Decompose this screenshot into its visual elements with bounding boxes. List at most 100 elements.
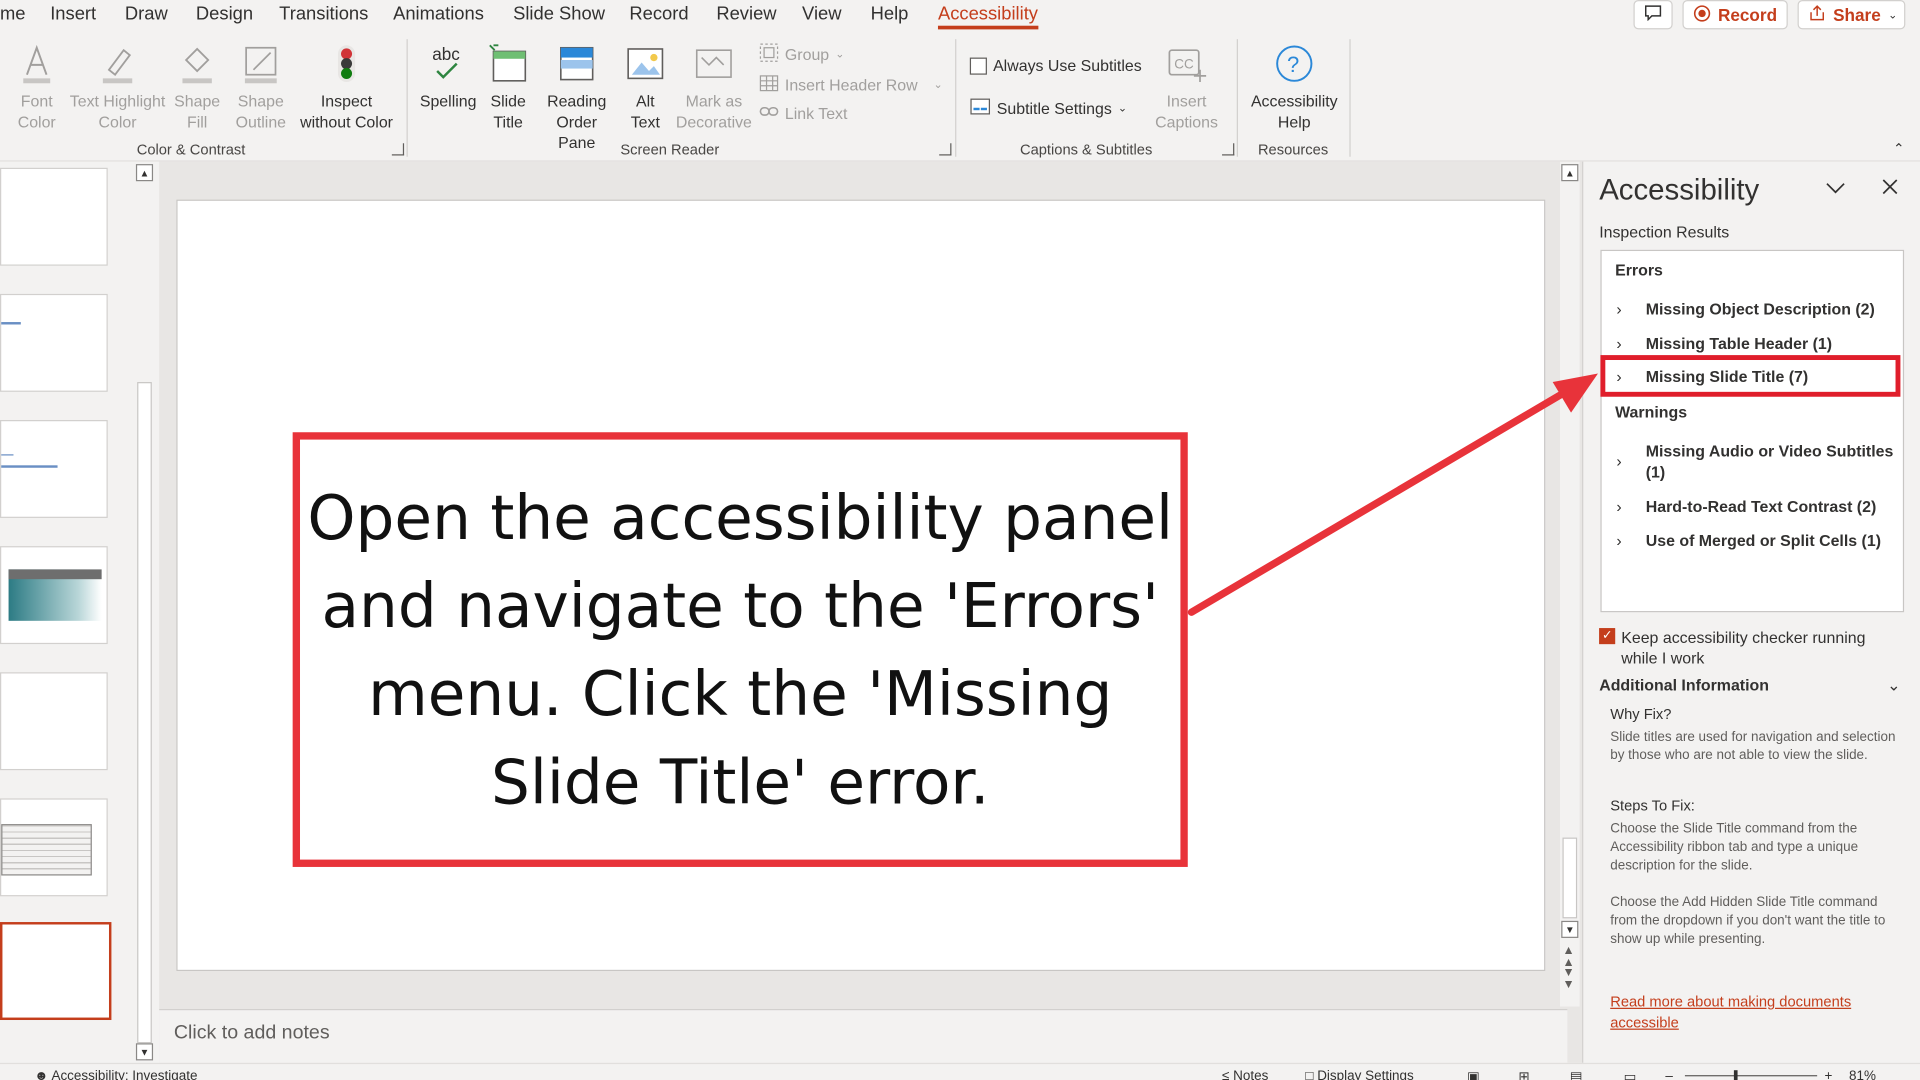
normal-view-icon[interactable]: ▣ [1467, 1069, 1480, 1080]
scrollbar-thumb[interactable] [137, 382, 152, 1044]
error-missing-object-description[interactable]: › Missing Object Description (2) [1602, 299, 1903, 320]
chevron-right-icon: › [1616, 334, 1622, 353]
slide-thumbnail[interactable] [0, 546, 108, 645]
tab-home[interactable]: me [0, 4, 26, 25]
insert-header-row-button[interactable]: Insert Header Row ⌄ [759, 73, 943, 96]
alt-text-button[interactable]: Alt Text [620, 42, 671, 133]
subtitle-settings-icon [970, 97, 991, 120]
slide-thumbnail[interactable] [0, 420, 108, 518]
tab-review[interactable]: Review [716, 4, 776, 25]
pane-options-chevron-icon[interactable] [1826, 179, 1846, 199]
reading-view-icon[interactable]: ▤ [1570, 1069, 1583, 1080]
slide-thumbnail[interactable] [0, 672, 108, 771]
instruction-callout: Open the accessibility panel and navigat… [292, 432, 1188, 867]
thumbnail-text [1, 322, 21, 325]
warning-merged-split-cells[interactable]: › Use of Merged or Split Cells (1) [1602, 530, 1903, 551]
issue-label: Hard-to-Read Text Contrast (2) [1645, 497, 1877, 516]
slide-sorter-icon[interactable]: ⊞ [1518, 1069, 1529, 1080]
share-icon [1809, 4, 1826, 25]
text-highlight-label: Text Highlight Color [69, 91, 166, 132]
keep-checker-running-checkbox[interactable]: ✓ Keep accessibility checker running whi… [1599, 627, 1905, 669]
slide-title-button[interactable]: Slide Title [482, 42, 533, 133]
slide-thumbnail[interactable] [0, 293, 108, 392]
tab-draw[interactable]: Draw [125, 4, 168, 25]
tab-view[interactable]: View [802, 4, 841, 25]
tab-accessibility[interactable]: Accessibility [937, 4, 1038, 30]
issue-label: Missing Audio or Video Subtitles (1) [1645, 442, 1894, 482]
zoom-level[interactable]: 81% [1849, 1069, 1876, 1080]
zoom-slider[interactable] [1684, 1075, 1818, 1077]
zoom-slider-thumb[interactable] [1733, 1070, 1738, 1080]
scroll-down-icon[interactable]: ▼ [1561, 920, 1579, 938]
dialog-launcher-icon[interactable] [939, 143, 952, 156]
thumbnails-scrollbar[interactable]: ▲ ▼ [134, 161, 155, 1063]
additional-information-toggle[interactable]: Additional Information ⌄ [1599, 676, 1905, 694]
always-use-subtitles-checkbox[interactable]: Always Use Subtitles [969, 56, 1142, 75]
share-button[interactable]: Share ⌄ [1797, 0, 1906, 30]
scroll-up-icon[interactable]: ▲ [1561, 164, 1579, 182]
reading-order-pane-button[interactable]: Reading Order Pane [536, 42, 617, 153]
dialog-launcher-icon[interactable] [1222, 143, 1235, 156]
tab-insert[interactable]: Insert [50, 4, 96, 25]
zoom-out-icon[interactable]: – [1665, 1069, 1673, 1080]
checkbox-box[interactable] [969, 56, 987, 75]
accessibility-status[interactable]: ☻ Accessibility: Investigate [34, 1069, 197, 1080]
thumbnail-text [1, 465, 58, 468]
font-color-label: Font Color [17, 91, 56, 132]
shape-outline-button[interactable]: Shape Outline [228, 42, 294, 133]
tab-help[interactable]: Help [871, 4, 909, 25]
link-text-button[interactable]: Link Text [759, 104, 847, 122]
alt-text-label: Alt Text [630, 91, 660, 132]
comments-button[interactable] [1633, 0, 1673, 30]
chevron-down-icon: ⌄ [835, 47, 845, 61]
slide-thumbnail[interactable] [0, 167, 108, 266]
slide-thumbnail-selected[interactable] [0, 922, 112, 1021]
scroll-down-icon[interactable]: ▼ [135, 1043, 154, 1061]
tab-design[interactable]: Design [196, 4, 253, 25]
warnings-heading: Warnings [1615, 402, 1688, 422]
read-more-link[interactable]: Read more about making documents accessi… [1610, 992, 1901, 1034]
slide-thumbnail[interactable] [0, 798, 108, 897]
menu-bar: me Insert Draw Design Transitions Animat… [0, 0, 1920, 32]
error-missing-table-header[interactable]: › Missing Table Header (1) [1602, 333, 1903, 354]
tab-animations[interactable]: Animations [393, 4, 484, 25]
mark-decorative-button[interactable]: Mark as Decorative [673, 42, 754, 133]
paint-bucket-icon [171, 42, 222, 86]
next-slide-icon[interactable]: ▼ ▼ [1562, 967, 1574, 991]
group-button[interactable]: Group ⌄ [759, 43, 845, 66]
text-highlight-button[interactable]: Text Highlight Color [66, 42, 169, 133]
spelling-button[interactable]: abc Spelling [416, 42, 480, 112]
notes-pane[interactable]: Click to add notes [159, 1008, 1568, 1063]
tab-transitions[interactable]: Transitions [279, 4, 368, 25]
display-settings-button[interactable]: □ Display Settings [1305, 1069, 1413, 1080]
scroll-up-icon[interactable]: ▲ [135, 164, 154, 182]
slide-show-icon[interactable]: ▭ [1624, 1069, 1637, 1080]
warning-missing-subtitles[interactable]: › Missing Audio or Video Subtitles (1) [1602, 441, 1903, 483]
tab-record[interactable]: Record [629, 4, 688, 25]
insert-captions-button[interactable]: CC Insert Captions [1144, 42, 1230, 133]
insert-header-row-label: Insert Header Row [784, 75, 918, 95]
display-settings-label: Display Settings [1317, 1068, 1414, 1080]
font-color-button[interactable]: Font Color [7, 42, 66, 133]
tab-slide-show[interactable]: Slide Show [513, 4, 605, 25]
link-icon [759, 104, 779, 122]
keep-checker-label: Keep accessibility checker running while… [1621, 628, 1866, 668]
collapse-ribbon-icon[interactable]: ⌃ [1893, 141, 1904, 157]
zoom-in-icon[interactable]: + [1825, 1069, 1833, 1080]
thumbnail-text [1, 454, 14, 456]
closed-captions-icon: CC [1144, 42, 1230, 86]
reading-order-icon [536, 42, 617, 86]
checkbox-checked-icon[interactable]: ✓ [1599, 628, 1616, 645]
inspect-without-color-button[interactable]: Inspect without Color [296, 42, 396, 133]
slide-scrollbar[interactable]: ▲ ▼ ▲ ▲ ▼ ▼ [1560, 161, 1580, 1007]
accessibility-help-button[interactable]: ? Accessibility Help [1244, 42, 1344, 133]
record-button[interactable]: Record [1682, 0, 1788, 30]
notes-button[interactable]: ≤ Notes [1222, 1069, 1268, 1080]
subtitle-settings-button[interactable]: Subtitle Settings ⌄ [970, 97, 1127, 120]
warning-hard-to-read-contrast[interactable]: › Hard-to-Read Text Contrast (2) [1602, 496, 1903, 517]
pen-icon [228, 42, 294, 86]
shape-fill-button[interactable]: Shape Fill [171, 42, 222, 133]
scrollbar-thumb[interactable] [1562, 837, 1578, 919]
close-icon[interactable] [1882, 179, 1898, 201]
dialog-launcher-icon[interactable] [391, 143, 405, 156]
